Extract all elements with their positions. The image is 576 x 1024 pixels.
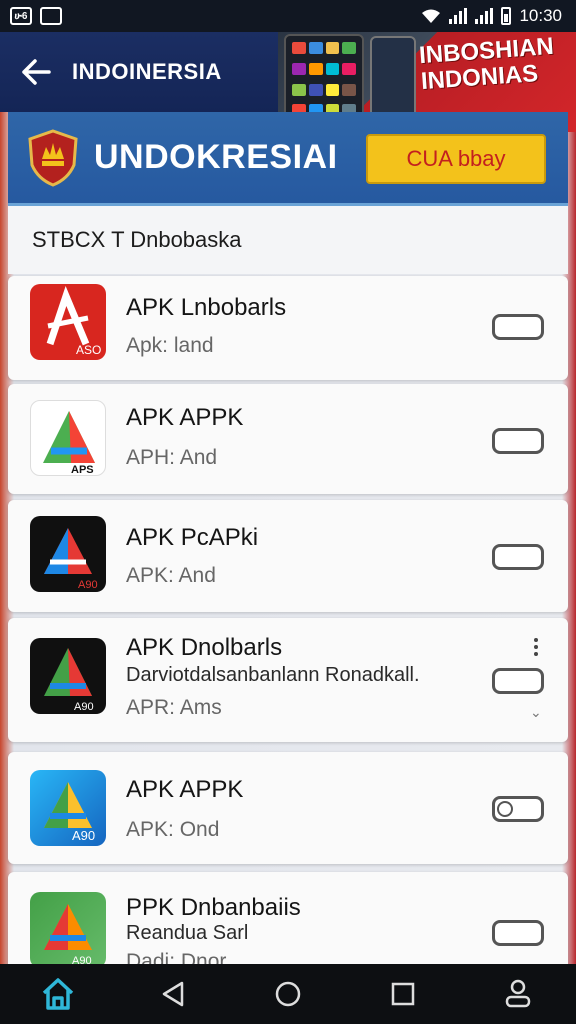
svg-text:A90: A90: [74, 701, 94, 713]
app-header: INDOINERSIA INBOSHIAN INDONIAS: [0, 32, 576, 132]
crest-icon: [28, 128, 78, 187]
battery-icon: [501, 7, 512, 25]
wifi-icon: [422, 9, 441, 23]
app-description: Reandua Sarl: [126, 922, 249, 944]
profile-icon: [506, 979, 531, 1008]
app-logo-icon: A90: [44, 528, 98, 591]
install-toggle[interactable]: [492, 544, 544, 570]
app-name: APK APPK: [126, 404, 244, 431]
svg-text:A90: A90: [78, 579, 98, 591]
svg-text:APS: APS: [71, 464, 94, 476]
toggle-knob: [497, 801, 513, 817]
install-toggle[interactable]: [492, 668, 544, 694]
home-circle-icon: [275, 981, 301, 1007]
hero-section: UNDOKRESIAI CUA bbay: [8, 112, 568, 206]
app-meta: Apk: land: [126, 334, 214, 357]
app-icon-black-2: A90: [30, 638, 106, 714]
status-time: 10:30: [519, 6, 562, 25]
signal-icon: [449, 8, 468, 24]
app-icon-black: A90: [30, 516, 106, 592]
app-name: APK PcAPki: [126, 524, 259, 551]
app-list-item[interactable]: A90 APK APPK APK: Ond: [8, 752, 568, 864]
install-toggle[interactable]: [492, 314, 544, 340]
app-icon-blue: A90: [30, 770, 106, 846]
install-toggle[interactable]: [492, 920, 544, 946]
app-logo-icon: A90: [44, 648, 94, 713]
app-list-item[interactable]: A90 APK Dnolbarls Darviotdalsanbanlann R…: [8, 618, 568, 742]
app-meta: APK: And: [126, 564, 216, 587]
recents-square-icon: [391, 982, 415, 1006]
chevron-down-icon[interactable]: ⌄: [530, 704, 542, 721]
app-list-item[interactable]: APS APK APPK APH: And: [8, 384, 568, 494]
nav-back-button[interactable]: [143, 964, 203, 1024]
status-bar: ሁ6 10:30: [0, 0, 576, 32]
app-meta: APR: Ams: [126, 696, 222, 719]
app-logo-icon: APS: [43, 411, 95, 476]
nav-home-button[interactable]: [258, 964, 318, 1024]
app-name: PPK Dnbanbaiis: [126, 894, 301, 921]
image-notification-icon: [40, 7, 62, 25]
back-button[interactable]: [0, 32, 72, 112]
app-icon-green: A90: [30, 892, 106, 968]
system-nav-bar: [0, 964, 576, 1024]
app-name: APK Dnolbarls: [126, 634, 283, 661]
app-logo-icon: A90: [44, 782, 95, 843]
app-meta: APH: And: [126, 446, 218, 469]
nav-assistant-button[interactable]: [488, 964, 548, 1024]
app-icon-white: APS: [30, 400, 106, 476]
app-name: APK Lnbobarls: [126, 294, 287, 321]
signal-icon-2: [475, 8, 494, 24]
back-triangle-icon: [162, 981, 184, 1007]
banner-text: INBOSHIAN INDONIAS: [418, 32, 555, 96]
svg-text:ASO: ASO: [76, 343, 101, 357]
section-title: STBCX T Dnbobaska: [8, 206, 568, 274]
cta-button[interactable]: CUA bbay: [366, 134, 546, 184]
header-title: INDOINERSIA: [72, 59, 222, 84]
hero-title: UNDOKRESIAI: [94, 138, 338, 176]
svg-text:A90: A90: [72, 828, 95, 843]
app-name: APK APPK: [126, 776, 244, 803]
app-meta: APK: Ond: [126, 818, 220, 841]
install-toggle[interactable]: [492, 428, 544, 454]
app-logo-icon: ASO: [46, 286, 101, 357]
home-icon: [42, 978, 73, 1010]
more-options-icon[interactable]: [534, 638, 540, 656]
app-list-item[interactable]: A90 APK PcAPki APK: And: [8, 500, 568, 612]
app-logo-icon: A90: [44, 904, 92, 967]
notification-icon: ሁ6: [10, 7, 32, 25]
nav-recents-button[interactable]: [373, 964, 433, 1024]
back-arrow-icon: [22, 59, 51, 85]
app-description: Darviotdalsanbanlann Ronadkall.: [126, 664, 420, 686]
nav-home-app-button[interactable]: [28, 964, 88, 1024]
install-toggle[interactable]: [492, 796, 544, 822]
app-list-item[interactable]: ASO APK Lnbobarls Apk: land: [8, 276, 568, 380]
app-icon-red: ASO: [30, 284, 106, 360]
